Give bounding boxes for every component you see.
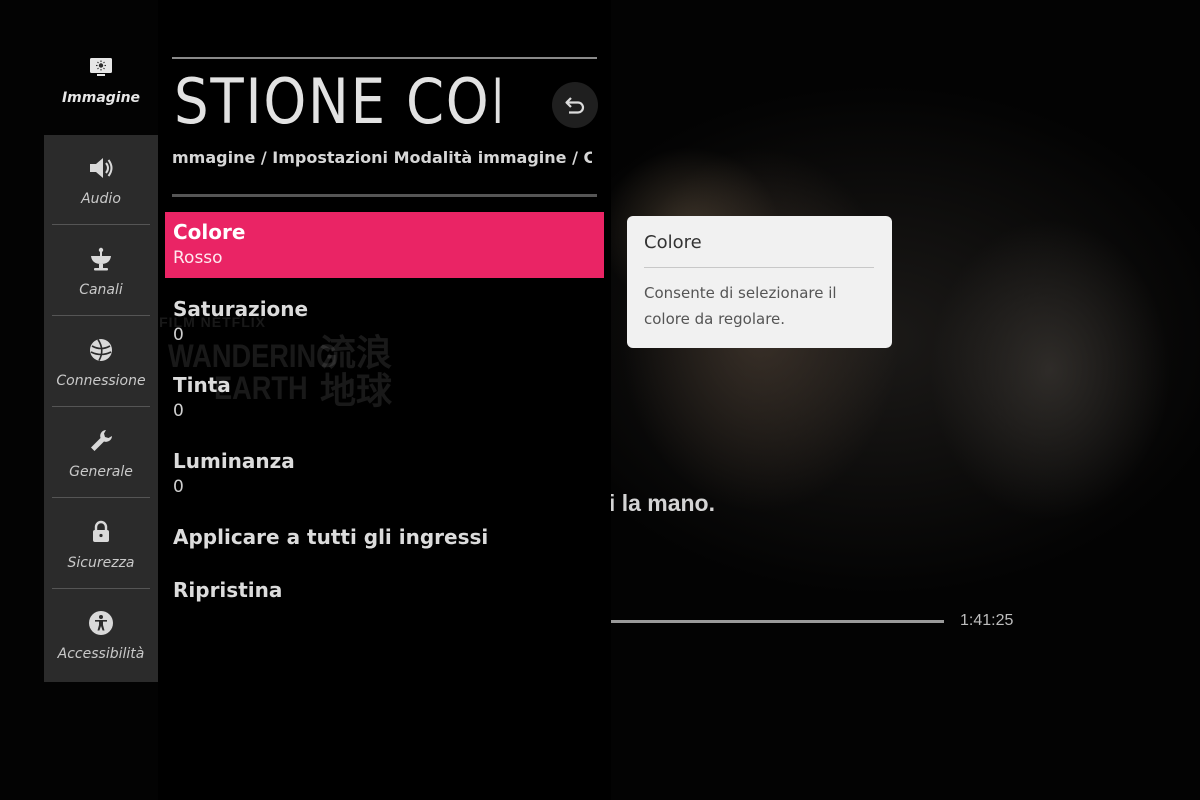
nav-item-generale[interactable]: Generale (44, 408, 158, 498)
nav-item-connessione[interactable]: Connessione (44, 317, 158, 407)
menu-item-value: 0 (173, 401, 184, 421)
nav-label: Generale (69, 464, 133, 480)
nav-item-immagine[interactable]: Immagine (44, 52, 158, 134)
nav-divider (52, 315, 150, 316)
tooltip-text: Consente di selezionare il colore da reg… (644, 284, 837, 328)
menu-item-applica-tutti-ingressi[interactable]: Applicare a tutti gli ingressi (165, 525, 604, 549)
nav-label: Canali (79, 282, 123, 298)
menu-item-label: Ripristina (173, 578, 283, 602)
nav-item-sicurezza[interactable]: Sicurezza (44, 499, 158, 589)
page-title: STIONE COLORI (174, 65, 500, 138)
menu-item-ripristina[interactable]: Ripristina (165, 578, 604, 602)
wrench-icon (91, 430, 112, 451)
nav-label: Connessione (56, 373, 146, 389)
nav-label: Accessibilità (57, 646, 145, 662)
globe-icon (90, 339, 112, 361)
menu-item-value: 0 (173, 325, 184, 345)
back-button[interactable] (552, 82, 598, 128)
back-arrow-icon (565, 97, 585, 114)
accessibility-icon (89, 611, 113, 635)
nav-divider (52, 588, 150, 589)
nav-item-audio[interactable]: Audio (44, 135, 158, 225)
antenna-icon (91, 247, 111, 271)
menu-item-colore[interactable]: Colore Rosso (165, 212, 604, 278)
header-top-divider (172, 57, 597, 59)
nav-label: Immagine (61, 90, 141, 106)
video-progress-bar (610, 620, 944, 623)
menu-item-label: Luminanza (173, 449, 295, 473)
menu-item-label: Tinta (173, 373, 231, 397)
nav-divider (52, 406, 150, 407)
tooltip-title: Colore (644, 232, 702, 253)
nav-item-accessibilita[interactable]: Accessibilità (44, 590, 158, 680)
menu-item-value: Rosso (173, 248, 223, 268)
header-bottom-divider (172, 194, 597, 197)
lock-icon (93, 520, 109, 542)
menu-item-label: Applicare a tutti gli ingressi (173, 525, 489, 549)
menu-item-value: 0 (173, 477, 184, 497)
menu-item-label: Colore (173, 220, 246, 244)
help-tooltip: Colore Consente di selezionare il colore… (627, 216, 892, 348)
menu-item-tinta[interactable]: Tinta 0 (165, 373, 604, 422)
nav-label: Audio (81, 191, 121, 207)
tooltip-divider (644, 267, 874, 268)
speaker-icon (90, 158, 113, 178)
video-time-remaining: 1:41:25 (960, 612, 1014, 629)
menu-item-luminanza[interactable]: Luminanza 0 (165, 449, 604, 498)
settings-category-nav: Audio Canali Connessione Generale Sicure… (44, 135, 158, 682)
nav-item-canali[interactable]: Canali (44, 226, 158, 316)
nav-label: Sicurezza (67, 555, 135, 571)
menu-item-saturazione[interactable]: Saturazione 0 (165, 297, 604, 346)
menu-item-label: Saturazione (173, 297, 309, 321)
nav-divider (52, 497, 150, 498)
picture-settings-icon (90, 58, 112, 76)
nav-divider (52, 224, 150, 225)
breadcrumb: mmagine / Impostazioni Modalità immagine… (172, 148, 592, 167)
